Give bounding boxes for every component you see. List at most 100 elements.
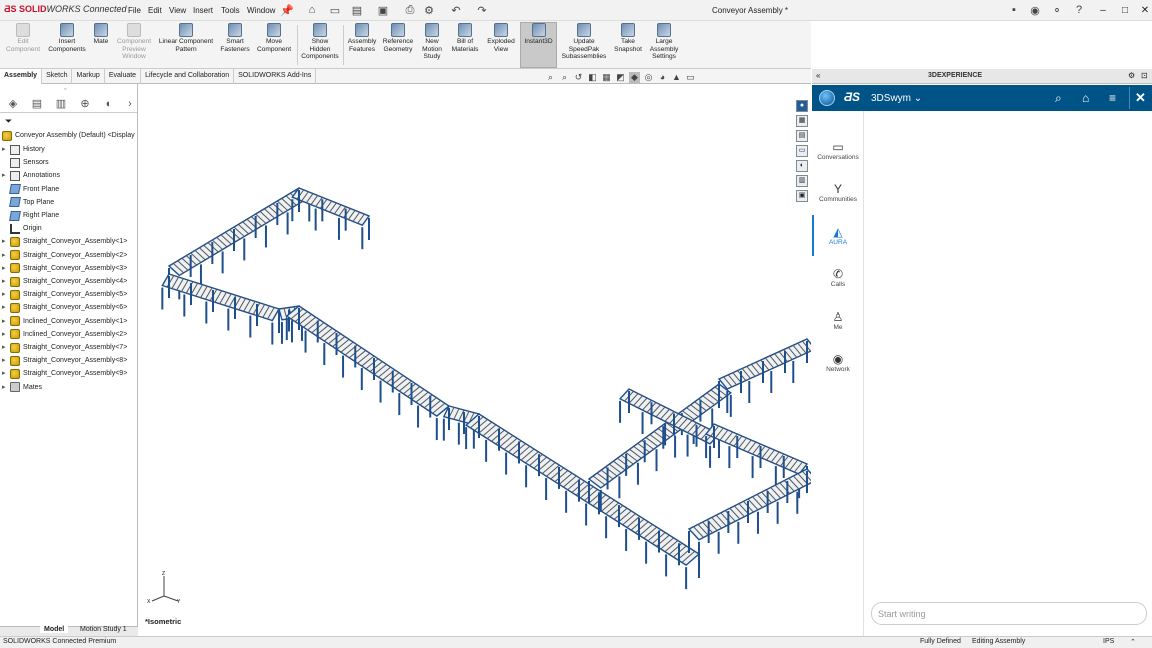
tree-item[interactable]: ▸ Straight_Conveyor_Assembly<4> [2,275,127,288]
move-component-button[interactable]: Move Component [253,23,295,67]
previous-view-icon[interactable]: ↺ [573,72,584,83]
expand-arrow-icon[interactable]: ▸ [2,169,10,182]
menu-icon[interactable]: ≡ [1109,91,1116,105]
help-icon[interactable]: ? [1072,3,1086,17]
tab-evaluate[interactable]: Evaluate [105,69,142,84]
menu-file[interactable]: File [128,6,141,15]
expand-arrow-icon[interactable]: ▸ [2,354,10,367]
tab-markup[interactable]: Markup [72,69,105,84]
tree-item[interactable]: ▸ Straight_Conveyor_Assembly<3> [2,262,127,275]
menu-insert[interactable]: Insert [193,6,213,15]
filter-icon[interactable]: ⏷ [5,116,12,127]
menu-tools[interactable]: Tools [221,6,240,15]
user-avatar-icon[interactable]: ◉ [1028,3,1042,17]
nav-item[interactable]: ♙ Me [812,310,864,331]
large-assembly-settings-button[interactable]: Large Assembly Settings [646,23,682,67]
expand-arrow-icon[interactable]: ▸ [2,315,10,328]
menu-view[interactable]: View [169,6,186,15]
app-logo[interactable]: ƋS SOLIDWORKS Connected [4,4,127,14]
command-prompt-icon[interactable]: ▪ [1007,3,1021,17]
share-icon[interactable]: ⚬ [1050,3,1064,17]
tab-add-ins[interactable]: SOLIDWORKS Add-Ins [234,69,317,84]
view-palette-icon[interactable]: ◐ [796,160,808,172]
insert-components-button[interactable]: Insert Components [45,23,89,67]
display-manager-tab-icon[interactable]: ◐ [102,98,116,111]
options-gear-icon[interactable]: ⚙ [422,3,436,17]
appearances-icon[interactable]: ▥ [796,175,808,187]
smart-fasteners-button[interactable]: Smart Fasteners [218,23,252,67]
component-preview-window-button[interactable]: Component Preview Window [113,23,155,67]
expand-arrow-icon[interactable]: ▸ [2,328,10,341]
status-units[interactable]: IPS [1103,638,1114,645]
zoom-to-fit-icon[interactable]: ⌕ [545,72,556,83]
expand-arrow-icon[interactable]: ▸ [2,341,10,354]
3dexperience-icon[interactable]: ● [796,100,808,112]
section-view-icon[interactable]: ◧ [587,72,598,83]
nav-item[interactable]: ◭ AURA [812,225,864,246]
tab-motion-study[interactable]: Motion Study 1 [78,626,129,633]
instant3d-button[interactable]: Instant3D [520,22,557,68]
pin-panel-icon[interactable]: ⊡ [1141,71,1148,80]
tree-item[interactable]: ▸ Inclined_Conveyor_Assembly<1> [2,315,127,328]
save-icon[interactable]: ▣ [376,3,390,17]
nav-item[interactable]: ✆ Calls [812,267,864,288]
home-icon[interactable]: ⌂ [305,3,319,17]
tree-item[interactable]: ▸ Inclined_Conveyor_Assembly<2> [2,328,127,341]
conveyor-segment[interactable] [717,338,811,414]
conveyor-segment[interactable] [161,273,281,345]
nav-item[interactable]: ▭ Conversations [812,140,864,161]
compass-icon[interactable] [819,90,835,106]
pin-icon[interactable]: 📌 [280,3,294,17]
tree-item[interactable]: Origin [2,222,42,235]
tag-icon[interactable]: ⌂ [1082,91,1089,105]
new-document-icon[interactable]: ▭ [328,3,342,17]
conveyor-model-3d-view[interactable] [139,84,811,636]
zoom-to-area-icon[interactable]: ⌕ [559,72,570,83]
tree-item[interactable]: ▸ Straight_Conveyor_Assembly<8> [2,354,127,367]
mate-button[interactable]: Mate [89,23,113,67]
tree-item[interactable]: Top Plane [2,196,54,209]
display-style-icon[interactable]: ◆ [629,72,640,83]
tab-lifecycle[interactable]: Lifecycle and Collaboration [141,69,235,84]
tab-sketch[interactable]: Sketch [42,69,73,84]
expand-arrow-icon[interactable]: ▸ [2,381,10,394]
expand-arrow-icon[interactable]: ▸ [2,288,10,301]
reference-geometry-button[interactable]: Reference Geometry [380,23,416,67]
menu-edit[interactable]: Edit [148,6,162,15]
take-snapshot-button[interactable]: Take Snapshot [611,23,645,67]
menu-window[interactable]: Window [247,6,275,15]
assembly-features-button[interactable]: Assembly Features [345,23,379,67]
tree-item[interactable]: ▸ Straight_Conveyor_Assembly<2> [2,249,127,262]
app-switcher[interactable]: 3DSwym ⌄ [871,93,922,104]
apply-scene-icon[interactable]: ▲ [671,72,682,83]
tree-root[interactable]: Conveyor Assembly (Default) <Display [2,129,135,142]
tree-item[interactable]: ▸ Straight_Conveyor_Assembly<7> [2,341,127,354]
collapse-panel-icon[interactable]: « [816,71,820,80]
view-orientation-icon[interactable]: ◩ [615,72,626,83]
dynamic-annotation-icon[interactable]: ▦ [601,72,612,83]
expand-arrow-icon[interactable]: ▸ [2,249,10,262]
units-dropdown-icon[interactable]: ⌃ [1130,638,1136,646]
edit-appearance-icon[interactable]: ◕ [657,72,668,83]
close-icon[interactable]: ✕ [1135,90,1146,106]
expand-arrow-icon[interactable]: ▸ [2,275,10,288]
restore-icon[interactable]: □ [1118,3,1132,17]
new-motion-study-button[interactable]: New Motion Study [417,23,447,67]
settings-gear-icon[interactable]: ⚙ [1128,71,1135,80]
expand-arrow-icon[interactable]: ▸ [2,262,10,275]
design-library-icon[interactable]: ▤ [796,130,808,142]
expand-arrow-icon[interactable]: ▸ [2,367,10,380]
tree-item[interactable]: ▸ Straight_Conveyor_Assembly<5> [2,288,127,301]
message-input[interactable]: Start writing [871,602,1147,625]
show-hidden-components-button[interactable]: Show Hidden Components [299,23,341,67]
panel-collapse-handle[interactable]: ◦ [64,86,66,93]
search-icon[interactable]: ⌕ [1055,91,1062,106]
conveyor-segment[interactable] [687,468,811,564]
exploded-view-button[interactable]: Exploded View [483,23,519,67]
update-speedpak-button[interactable]: Update SpeedPak Subassemblies [559,23,609,67]
nav-item[interactable]: Y Communities [812,182,864,203]
expand-arrow-icon[interactable]: ▸ [2,301,10,314]
tab-model[interactable]: Model [40,626,69,633]
feature-manager-tab-icon[interactable]: ◈ [6,98,20,111]
tree-item[interactable]: ▸ Annotations [2,169,60,182]
